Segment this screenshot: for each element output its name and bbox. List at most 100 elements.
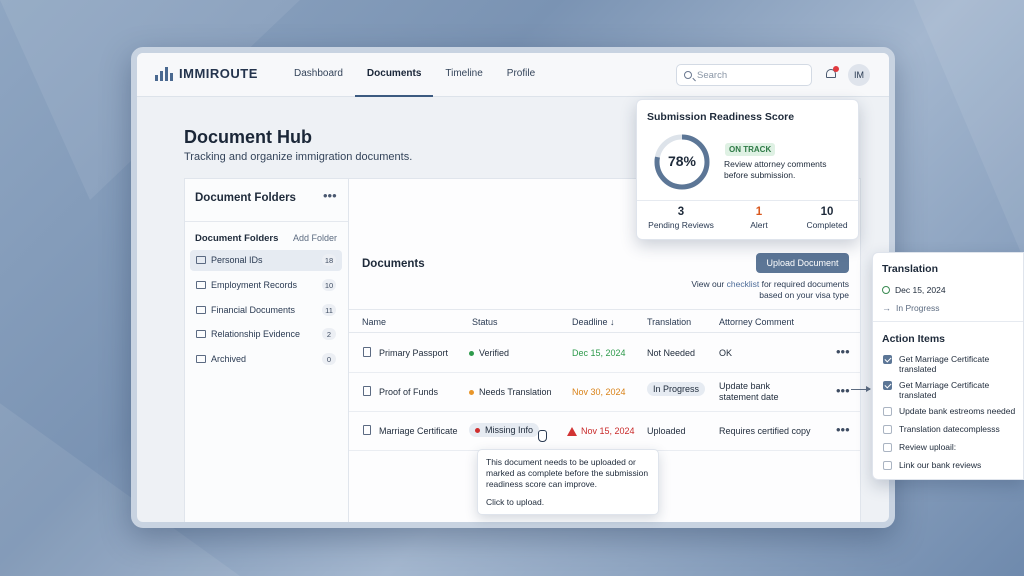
main-nav: Dashboard Documents Timeline Profile — [282, 53, 547, 97]
nav-timeline[interactable]: Timeline — [433, 53, 494, 97]
doc-translation: Uploaded — [647, 426, 686, 436]
readiness-score-card: Submission Readiness Score 78% ON TRACK … — [636, 99, 859, 240]
checkbox-checked[interactable] — [883, 381, 892, 390]
table-row[interactable]: Primary Passport Verified Dec 15, 2024 N… — [349, 334, 860, 373]
doc-comment: Requires certified copy — [719, 426, 811, 436]
folder-item-employment[interactable]: Employment Records 10 — [190, 275, 342, 296]
row-more-button[interactable]: ••• — [836, 422, 850, 437]
col-comment[interactable]: Attorney Comment — [719, 317, 794, 327]
translation-badge: In Progress — [647, 382, 706, 396]
folder-label: Personal IDs — [211, 255, 263, 265]
status-badge: ON TRACK — [725, 143, 776, 156]
action-label: Review uploail: — [899, 442, 957, 452]
add-folder-button[interactable]: Add Folder — [293, 233, 337, 243]
avatar[interactable]: IM — [848, 64, 870, 86]
folder-icon — [196, 256, 206, 264]
translation-title: Translation — [882, 263, 939, 275]
folder-icon — [196, 330, 206, 338]
stat-completed[interactable]: 10 Completed — [797, 206, 857, 230]
checkbox[interactable] — [883, 425, 892, 434]
doc-name: Primary Passport — [379, 348, 449, 358]
table-header: Name Status Deadline ↓ Translation Attor… — [349, 309, 860, 333]
checkbox[interactable] — [883, 443, 892, 452]
folders-section-title: Document Folders — [195, 233, 279, 244]
clock-icon — [882, 286, 890, 294]
folder-item-personal-ids[interactable]: Personal IDs 18 — [190, 250, 342, 271]
table-row[interactable]: Proof of Funds Needs Translation Nov 30,… — [349, 373, 860, 412]
folder-count: 10 — [322, 279, 336, 291]
warning-icon — [567, 426, 577, 436]
folder-item-archived[interactable]: Archived 0 — [190, 349, 342, 370]
folder-icon — [196, 281, 206, 289]
stat-value: 1 — [755, 206, 763, 218]
folders-panel: Document Folders ••• Document Folders Ad… — [184, 178, 348, 522]
folder-label: Relationship Evidence — [211, 329, 301, 339]
checklist-link[interactable]: checklist — [727, 279, 760, 289]
document-icon — [363, 347, 371, 357]
folder-item-relationship[interactable]: Relationship Evidence 2 — [190, 324, 342, 345]
folder-label: Financial Documents — [211, 305, 296, 315]
checkbox[interactable] — [883, 407, 892, 416]
tooltip-cta[interactable]: Click to upload. — [486, 497, 650, 508]
doc-name: Proof of Funds — [379, 387, 439, 397]
page-subtitle: Tracking and organize immigration docume… — [184, 151, 413, 163]
action-label: Get Marriage Certificate translated — [899, 380, 990, 400]
row-more-button[interactable]: ••• — [836, 383, 850, 398]
folder-count: 2 — [322, 328, 336, 340]
nav-dashboard[interactable]: Dashboard — [282, 53, 355, 97]
score-message: Review attorney comments before submissi… — [724, 159, 827, 180]
nav-profile[interactable]: Profile — [495, 53, 547, 97]
document-icon — [363, 386, 371, 396]
folder-label: Employment Records — [211, 280, 298, 290]
search-input[interactable]: Search — [676, 64, 812, 86]
folder-count: 18 — [322, 254, 336, 266]
col-status[interactable]: Status — [472, 317, 498, 327]
doc-translation: Not Needed — [647, 348, 696, 358]
folder-count: 11 — [322, 304, 336, 316]
archive-icon — [196, 355, 206, 363]
score-title: Submission Readiness Score — [647, 111, 795, 123]
table-row[interactable]: Marriage Certificate Missing Info Nov 15… — [349, 412, 860, 451]
stat-value: 10 — [820, 206, 834, 218]
row-more-button[interactable]: ••• — [836, 344, 850, 359]
doc-status[interactable]: Missing Info — [469, 423, 540, 437]
doc-name: Marriage Certificate — [379, 426, 458, 436]
translation-date: Dec 15, 2024 — [882, 285, 946, 295]
arrow-right-icon: → — [882, 303, 891, 313]
action-label: Translation datecomplesss — [899, 424, 1000, 434]
search-icon — [684, 71, 692, 79]
stat-alert[interactable]: 1 Alert — [729, 206, 789, 230]
missing-info-tooltip[interactable]: This document needs to be uploaded or ma… — [477, 449, 659, 515]
status-dot — [475, 427, 480, 433]
checkbox-checked[interactable] — [883, 355, 892, 364]
folders-more-button[interactable]: ••• — [323, 188, 337, 203]
checkbox[interactable] — [883, 461, 892, 470]
hint-prefix: View our — [691, 279, 727, 289]
col-name[interactable]: Name — [362, 317, 386, 327]
doc-translation: In Progress — [647, 382, 706, 396]
progress-text: In Progress — [896, 303, 940, 313]
app-name: IMMIROUTE — [179, 66, 258, 81]
logo-icon — [155, 66, 173, 81]
notification-dot — [833, 66, 839, 72]
action-label: Get Marriage Certificate translated — [899, 354, 990, 374]
doc-deadline: Nov 30, 2024 — [572, 387, 626, 397]
upload-document-button[interactable]: Upload Document — [756, 253, 849, 273]
doc-deadline: Nov 15, 2024 — [567, 426, 635, 436]
action-label: Link our bank reviews — [899, 460, 982, 470]
divider — [185, 221, 348, 222]
col-deadline[interactable]: Deadline ↓ — [572, 317, 615, 327]
status-badge: Missing Info — [469, 423, 540, 437]
notification-button[interactable] — [825, 66, 839, 81]
detail-side-panel: Translation Dec 15, 2024 → In Progress A… — [872, 252, 1024, 480]
page-title: Document Hub — [184, 127, 312, 147]
status-text: Verified — [479, 348, 510, 358]
app-logo[interactable]: IMMIROUTE — [155, 66, 258, 81]
search-placeholder: Search — [697, 70, 728, 81]
folder-item-financial[interactable]: Financial Documents 11 — [190, 300, 342, 321]
stat-pending[interactable]: 3 Pending Reviews — [643, 206, 719, 230]
nav-documents[interactable]: Documents — [354, 53, 434, 97]
col-translation[interactable]: Translation — [647, 317, 691, 327]
doc-comment: OK — [719, 348, 733, 358]
folder-icon — [196, 306, 206, 314]
